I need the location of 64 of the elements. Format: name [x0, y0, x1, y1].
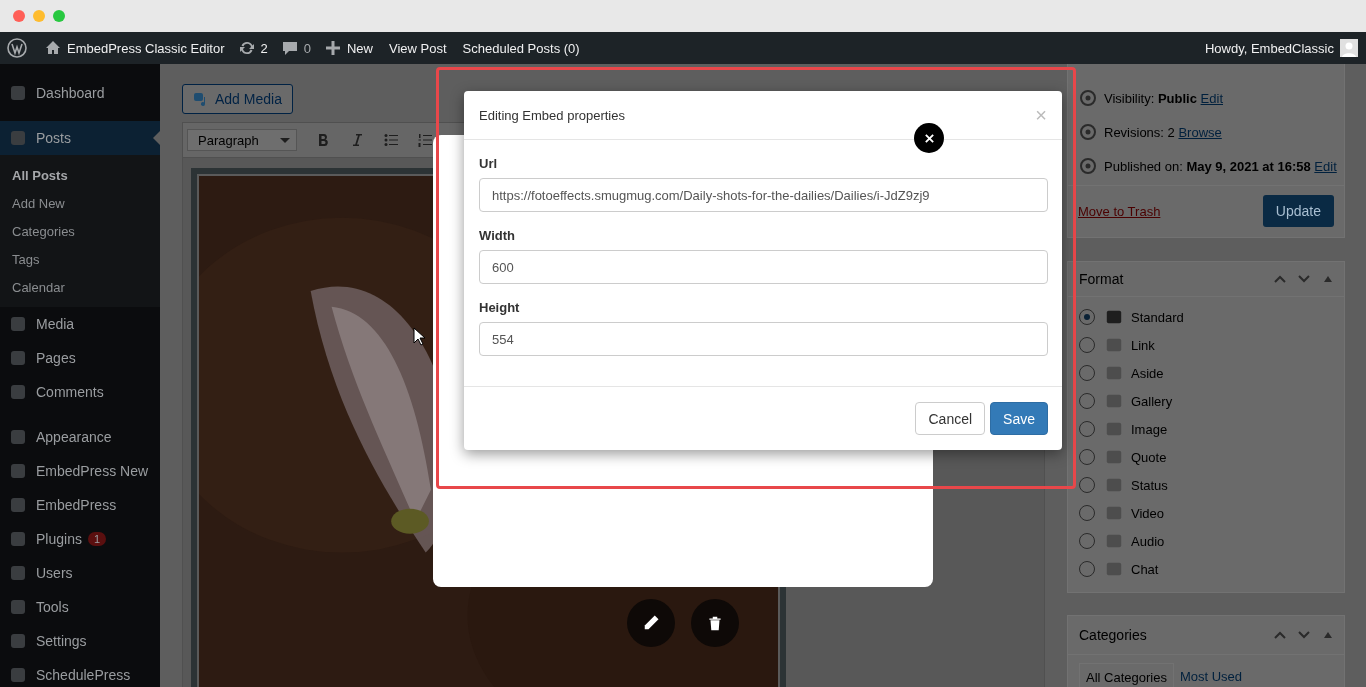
radio-label[interactable]: Video	[1131, 505, 1164, 521]
category-tab[interactable]: All Categories	[1079, 663, 1174, 687]
greeting-link[interactable]: Howdy, EmbedClassic	[1204, 40, 1334, 56]
update-button[interactable]: Update	[1262, 195, 1334, 227]
radio-label[interactable]: Chat	[1131, 561, 1159, 577]
submenu-item[interactable]: Tags	[0, 246, 160, 274]
menu-item[interactable]: Pages	[0, 341, 160, 375]
new-link[interactable]: New	[346, 40, 373, 56]
mouse-cursor-icon	[413, 327, 425, 346]
radio-label[interactable]: Audio	[1131, 533, 1165, 549]
numbered-list-icon[interactable]	[417, 132, 433, 148]
menu-item[interactable]: EmbedPress New	[0, 454, 160, 488]
admin-bar-link[interactable]: Scheduled Posts (0)	[462, 40, 580, 56]
menu-item[interactable]: Tools	[0, 590, 160, 624]
update-badge: 1	[87, 532, 107, 546]
radio-label[interactable]: Link	[1131, 337, 1155, 353]
comment-count[interactable]: 0	[303, 40, 311, 56]
plus-icon[interactable]	[324, 40, 341, 56]
menu-item[interactable]: Media	[0, 307, 160, 341]
input-field[interactable]: 554	[479, 322, 1048, 356]
radio-label[interactable]: Quote	[1131, 449, 1167, 465]
close-window-icon[interactable]	[13, 10, 25, 22]
radio-label[interactable]: Aside	[1131, 365, 1164, 381]
wordpress-logo-icon[interactable]	[7, 38, 27, 58]
menu-item[interactable]: SchedulePress	[0, 658, 160, 687]
menu-item[interactable]: Dashboard	[0, 76, 160, 110]
modal-title: Editing Embed properties	[479, 107, 625, 123]
save-button[interactable]: Save	[990, 402, 1048, 435]
refresh-icon[interactable]	[238, 40, 255, 56]
home-icon[interactable]	[45, 40, 61, 56]
site-name-link[interactable]: EmbedPress Classic Editor	[67, 40, 225, 56]
panel-title: Categories	[1079, 627, 1148, 643]
menu-item[interactable]: Plugins 1	[0, 522, 160, 556]
publish-detail: Visibility: Public Edit	[1104, 90, 1223, 106]
panel-title: Format	[1079, 271, 1125, 287]
update-count[interactable]: 2	[260, 40, 268, 56]
close-icon	[923, 132, 935, 144]
block-format-dropdown[interactable]: Paragraph	[187, 129, 297, 151]
cancel-button[interactable]: Cancel	[915, 402, 986, 435]
menu-item[interactable]: Users	[0, 556, 160, 590]
input-field[interactable]: https://fotoeffects.smugmug.com/Daily-shots-for-the-dailies/Dailies/i-JdZ9zj9	[479, 178, 1048, 212]
trash-icon	[706, 614, 724, 632]
menu-item[interactable]: Comments	[0, 375, 160, 409]
radio-label[interactable]: Gallery	[1131, 393, 1173, 409]
submenu-item[interactable]: Calendar	[0, 274, 160, 302]
maximize-window-icon[interactable]	[53, 10, 65, 22]
submenu-item[interactable]: All Posts	[0, 162, 160, 190]
menu-item[interactable]: Settings	[0, 624, 160, 658]
menu-item[interactable]: Posts	[0, 121, 160, 155]
radio-label[interactable]: Status	[1131, 477, 1168, 493]
publish-detail: Published on: May 9, 2021 at 16:58 Edit	[1104, 158, 1337, 174]
input-field[interactable]: 600	[479, 250, 1048, 284]
submenu-item[interactable]: Add New	[0, 190, 160, 218]
field-label: Width	[479, 227, 516, 245]
submenu-item[interactable]: Categories	[0, 218, 160, 246]
radio-label[interactable]: Standard	[1131, 309, 1184, 325]
field-label: Url	[479, 155, 499, 173]
bulleted-list-icon[interactable]	[383, 132, 399, 148]
radio-label[interactable]: Image	[1131, 421, 1168, 437]
publish-detail: Revisions: 2 Browse	[1104, 124, 1222, 140]
admin-bar-link[interactable]: View Post	[389, 40, 447, 56]
menu-item[interactable]: Appearance	[0, 420, 160, 454]
field-label: Height	[479, 299, 521, 317]
menu-item[interactable]: EmbedPress	[0, 488, 160, 522]
